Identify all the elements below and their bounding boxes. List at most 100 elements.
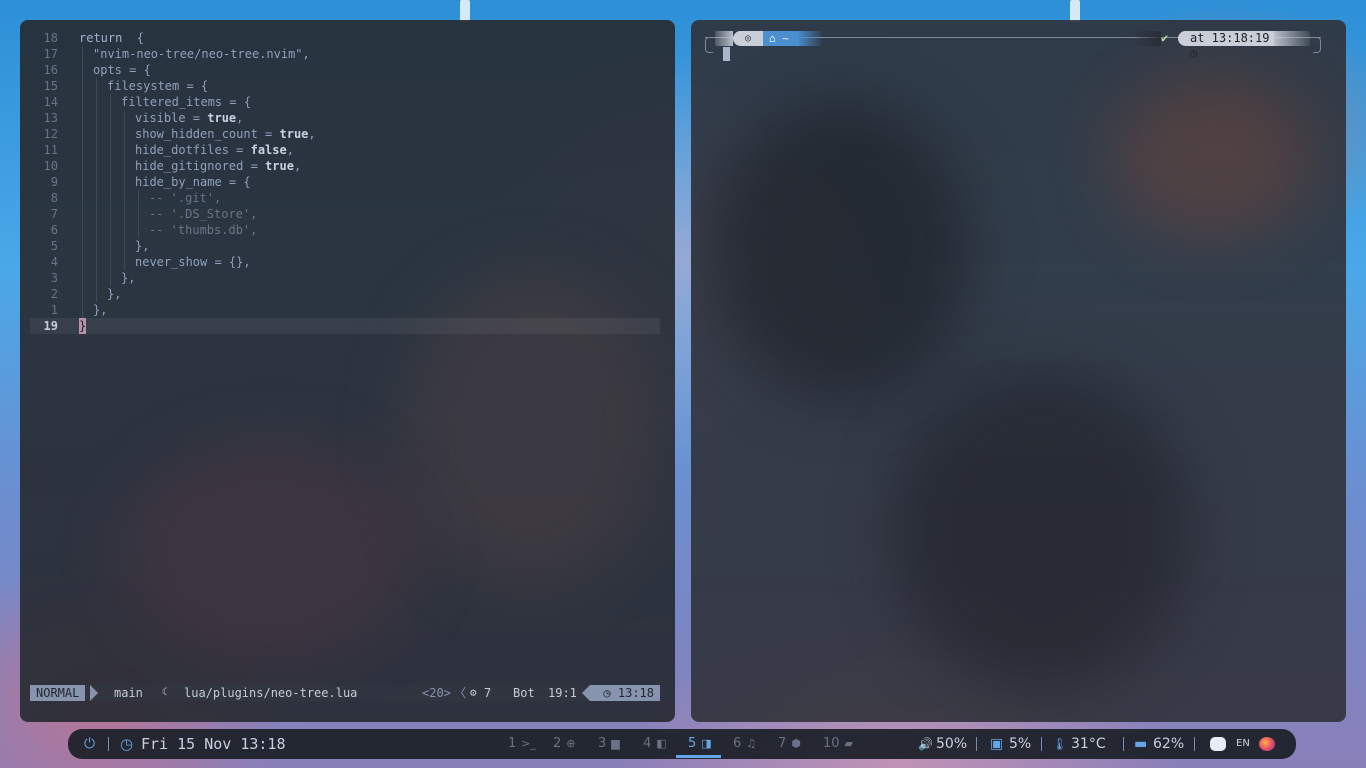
workspace-3[interactable]: 3 ▆ <box>598 729 620 759</box>
line-number: 8 <box>50 191 58 205</box>
code-token: true <box>265 159 294 173</box>
line-number: 6 <box>50 223 58 237</box>
code-text: -- 'thumbs.db', <box>149 222 257 238</box>
code-line[interactable]: 12 show_hidden_count = true, <box>30 126 660 142</box>
indent-guide <box>82 286 83 302</box>
code-line[interactable]: 15 filesystem = { <box>30 78 660 94</box>
indent-guide <box>96 142 97 158</box>
chevron-left-icon: 〈 <box>454 686 467 700</box>
statusline-clock: ◷ 13:18 <box>590 685 660 701</box>
bar-divider <box>108 737 109 751</box>
wallpaper-highlight <box>1070 0 1080 22</box>
bar-divider <box>1041 737 1042 751</box>
code-text: filesystem = { <box>107 78 208 94</box>
line-number: 10 <box>43 159 58 173</box>
code-editor[interactable]: 18 return {17 "nvim-neo-tree/neo-tree.nvim… <box>30 30 660 694</box>
line-number: 3 <box>50 271 58 285</box>
line-number: 13 <box>43 111 58 125</box>
workspace-7[interactable]: 7 ⬢ <box>778 729 801 759</box>
code-token: }, <box>93 303 108 317</box>
code-line[interactable]: 17 "nvim-neo-tree/neo-tree.nvim", <box>30 46 660 62</box>
code-line[interactable]: 10 hide_gitignored = true, <box>30 158 660 174</box>
indent-guide <box>82 94 83 110</box>
code-line[interactable]: 4 never_show = {}, <box>30 254 660 270</box>
workspace-4[interactable]: 4 ◧ <box>643 729 667 759</box>
firefox-icon[interactable] <box>1259 737 1275 751</box>
code-line[interactable]: 3}, <box>30 270 660 286</box>
indent-guide <box>124 174 125 190</box>
code-token: true <box>279 127 309 141</box>
workspace-6[interactable]: 6 ♫ <box>733 729 756 759</box>
workspace-number: 5 <box>688 736 697 751</box>
diagnostic-count: 7 <box>484 686 492 700</box>
prompt-frame-left <box>705 37 713 53</box>
code-line[interactable]: 6 -- 'thumbs.db', <box>30 222 660 238</box>
code-token: -- '.DS_Store', <box>149 207 258 221</box>
globe-icon: ⊕ <box>566 737 576 750</box>
code-text: hide_by_name = { <box>135 174 251 190</box>
code-line[interactable]: 1}, <box>30 302 660 318</box>
indent-guide <box>110 174 111 190</box>
scroll-position: Bot <box>513 686 535 700</box>
code-line[interactable]: 9 hide_by_name = { <box>30 174 660 190</box>
workspace-2[interactable]: 2 ⊕ <box>553 729 576 759</box>
indent-guide <box>96 238 97 254</box>
code-line[interactable]: 5}, <box>30 238 660 254</box>
thermometer-icon: 🌡 <box>1052 737 1068 751</box>
workspace-10[interactable]: 10 ▰ <box>823 729 853 759</box>
code-text: visible = true, <box>135 110 243 126</box>
code-token: -- 'thumbs.db', <box>149 223 258 237</box>
indent-guide <box>82 174 83 190</box>
discord-icon[interactable] <box>1210 737 1226 751</box>
line-number: 9 <box>50 175 58 189</box>
keyboard-layout[interactable]: EN <box>1236 729 1250 759</box>
workspace-1[interactable]: 1 >_ <box>508 729 536 759</box>
powerline-separator <box>90 685 98 701</box>
memory-icon: ▬ <box>1134 736 1148 752</box>
code-text: filtered_items = { <box>121 94 251 110</box>
workspace-number: 10 <box>823 736 840 751</box>
code-line[interactable]: 2}, <box>30 286 660 302</box>
code-line[interactable]: 16 opts = { <box>30 62 660 78</box>
code-line[interactable]: 18 return { <box>30 30 660 46</box>
indent-guide <box>82 222 83 238</box>
line-number: 12 <box>43 127 58 141</box>
cpu-usage: 5% <box>1009 736 1032 752</box>
indent-guide <box>82 126 83 142</box>
workspace-number: 7 <box>778 736 787 751</box>
code-token: }, <box>107 287 122 301</box>
indent-guide <box>110 206 111 222</box>
code-token: true <box>207 111 237 125</box>
indent-guide <box>110 142 111 158</box>
bar-divider <box>1194 737 1195 751</box>
indent-guide <box>96 222 97 238</box>
memory-usage: 62% <box>1153 736 1185 752</box>
temperature: 31°C <box>1071 736 1106 752</box>
code-line[interactable]: 19} <box>30 318 660 334</box>
volume-level[interactable]: 50% <box>936 729 967 759</box>
indent-guide <box>96 78 97 94</box>
code-line[interactable]: 8 -- '.git', <box>30 190 660 206</box>
power-icon[interactable]: ⏻ <box>84 729 95 759</box>
code-token: , <box>286 143 294 157</box>
code-line[interactable]: 7 -- '.DS_Store', <box>30 206 660 222</box>
code-line[interactable]: 13 visible = true, <box>30 110 660 126</box>
indent-guide <box>124 206 125 222</box>
code-line[interactable]: 14 filtered_items = { <box>30 94 660 110</box>
editor-window[interactable]: 18 return {17 "nvim-neo-tree/neo-tree.nvim… <box>20 20 675 722</box>
code-line[interactable]: 11 hide_dotfiles = false, <box>30 142 660 158</box>
volume-icon[interactable]: 🔊 <box>918 729 933 759</box>
prompt-fade <box>715 31 733 46</box>
indent-guide <box>124 222 125 238</box>
indent-guide <box>82 206 83 222</box>
indent-guide <box>96 286 97 302</box>
indent-guide <box>82 190 83 206</box>
line-number: 11 <box>43 143 58 157</box>
datetime[interactable]: Fri 15 Nov 13:18 <box>141 729 286 759</box>
terminal-window[interactable]: ◎ ⌂ ~ ✔ at 13:18:19 ◷ <box>691 20 1346 722</box>
indent-guide <box>110 158 111 174</box>
code-text: }, <box>93 302 107 318</box>
indent-guide <box>82 46 83 62</box>
indent-guide <box>124 126 125 142</box>
code-token: hide_by_name = { <box>135 175 251 189</box>
